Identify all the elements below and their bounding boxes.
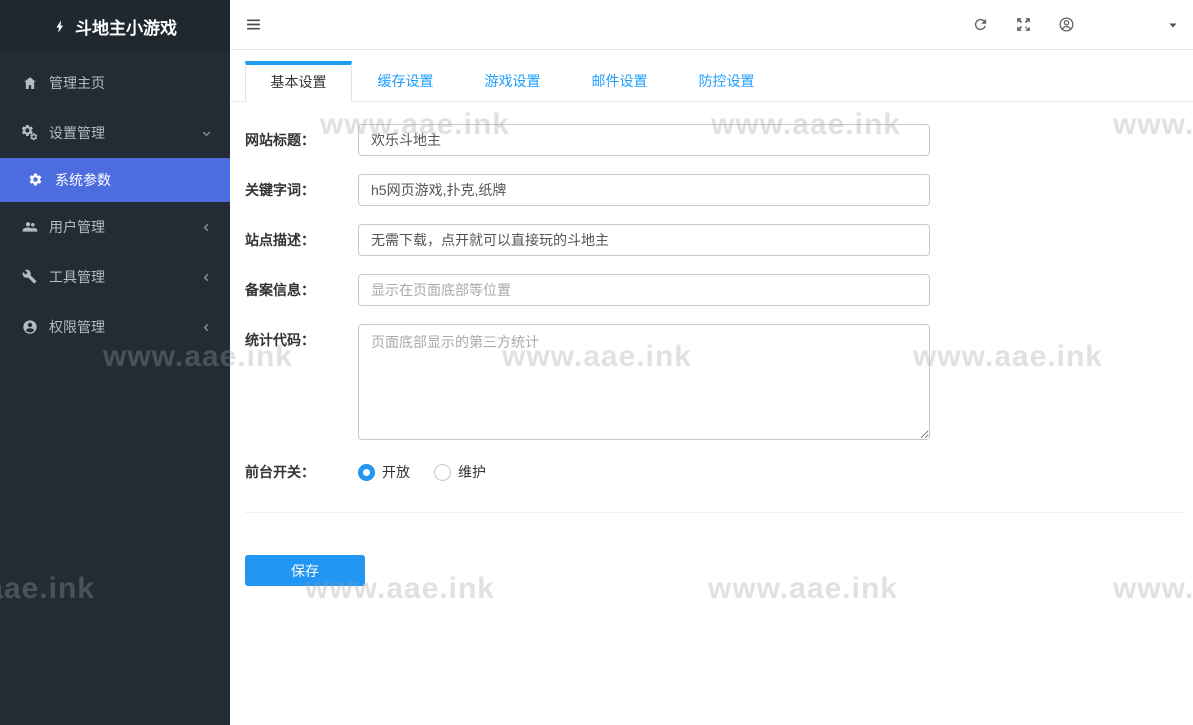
front-switch-open-radio[interactable] bbox=[358, 464, 375, 481]
form-divider bbox=[245, 512, 1185, 513]
form-row-stats-code: 统计代码： bbox=[245, 324, 1185, 440]
home-icon bbox=[22, 75, 38, 91]
tab-risk-control-settings[interactable]: 防控设置 bbox=[673, 61, 780, 101]
sidebar-item-label: 权限管理 bbox=[49, 317, 105, 337]
fullscreen-icon[interactable] bbox=[1015, 16, 1032, 33]
sidebar-item-system-params[interactable]: 系统参数 bbox=[0, 158, 230, 202]
site-desc-input[interactable] bbox=[358, 224, 930, 256]
front-switch-radio-group: 开放 维护 bbox=[358, 464, 510, 481]
sidebar-item-label: 用户管理 bbox=[49, 217, 105, 237]
sidebar-item-manage-home[interactable]: 管理主页 bbox=[0, 58, 230, 108]
tab-basic-settings[interactable]: 基本设置 bbox=[245, 61, 352, 102]
site-title-input[interactable] bbox=[358, 124, 930, 156]
sidebar-menu: 管理主页 设置管理 系统参数 bbox=[0, 52, 230, 352]
sidebar-item-user-management[interactable]: 用户管理 bbox=[0, 202, 230, 252]
keywords-label: 关键字词： bbox=[245, 174, 343, 206]
stats-code-textarea[interactable] bbox=[358, 324, 930, 440]
lightning-bolt-icon bbox=[53, 18, 68, 35]
chevron-down-icon bbox=[201, 128, 212, 139]
tab-cache-settings[interactable]: 缓存设置 bbox=[352, 61, 459, 101]
cogs-icon bbox=[22, 125, 38, 141]
topbar-actions bbox=[972, 16, 1179, 33]
sidebar-item-settings-management[interactable]: 设置管理 bbox=[0, 108, 230, 158]
form-row-site-desc: 站点描述： bbox=[245, 224, 1185, 256]
refresh-icon[interactable] bbox=[972, 16, 989, 33]
form-row-keywords: 关键字词： bbox=[245, 174, 1185, 206]
topbar bbox=[230, 0, 1193, 50]
site-desc-label: 站点描述： bbox=[245, 224, 343, 256]
main-area: 基本设置 缓存设置 游戏设置 邮件设置 防控设置 网站标题： 关键字词： 站点描… bbox=[230, 0, 1193, 725]
front-switch-maintenance-label[interactable]: 维护 bbox=[458, 464, 486, 481]
gear-icon bbox=[28, 172, 44, 188]
keywords-input[interactable] bbox=[358, 174, 930, 206]
site-title-label: 网站标题： bbox=[245, 124, 343, 156]
sidebar-item-label: 工具管理 bbox=[49, 267, 105, 287]
sidebar-item-label: 管理主页 bbox=[49, 73, 105, 93]
form-row-site-title: 网站标题： bbox=[245, 124, 1185, 156]
chevron-left-icon bbox=[201, 272, 212, 283]
sidebar-item-label: 设置管理 bbox=[49, 123, 105, 143]
save-button[interactable]: 保存 bbox=[245, 555, 365, 586]
front-switch-open-label[interactable]: 开放 bbox=[382, 464, 410, 481]
sidebar-item-tools-management[interactable]: 工具管理 bbox=[0, 252, 230, 302]
menu-icon[interactable] bbox=[245, 16, 262, 33]
form-row-front-switch: 前台开关： 开放 维护 bbox=[245, 464, 1185, 481]
front-switch-label: 前台开关： bbox=[245, 464, 343, 481]
sidebar: 斗地主小游戏 管理主页 设置管理 bbox=[0, 0, 230, 725]
sidebar-item-label: 系统参数 bbox=[55, 170, 111, 190]
front-switch-maintenance-radio[interactable] bbox=[434, 464, 451, 481]
icp-info-label: 备案信息： bbox=[245, 274, 343, 306]
user-icon[interactable] bbox=[1058, 16, 1075, 33]
stats-code-label: 统计代码： bbox=[245, 324, 343, 440]
tab-game-settings[interactable]: 游戏设置 bbox=[459, 61, 566, 101]
app-logo: 斗地主小游戏 bbox=[0, 0, 230, 52]
basic-settings-form: 网站标题： 关键字词： 站点描述： 备案信息： 统计代码： 前台开关： bbox=[230, 102, 1193, 586]
users-icon bbox=[22, 219, 38, 235]
app-window: 斗地主小游戏 管理主页 设置管理 bbox=[0, 0, 1193, 725]
app-title: 斗地主小游戏 bbox=[75, 14, 177, 39]
wrench-icon bbox=[22, 269, 38, 285]
icp-info-input[interactable] bbox=[358, 274, 930, 306]
sidebar-item-permission-management[interactable]: 权限管理 bbox=[0, 302, 230, 352]
chevron-left-icon bbox=[201, 222, 212, 233]
tab-mail-settings[interactable]: 邮件设置 bbox=[566, 61, 673, 101]
form-row-icp-info: 备案信息： bbox=[245, 274, 1185, 306]
chevron-left-icon bbox=[201, 322, 212, 333]
settings-tabbar: 基本设置 缓存设置 游戏设置 邮件设置 防控设置 bbox=[230, 50, 1193, 102]
caret-down-icon[interactable] bbox=[1167, 19, 1179, 31]
user-circle-icon bbox=[22, 319, 38, 335]
